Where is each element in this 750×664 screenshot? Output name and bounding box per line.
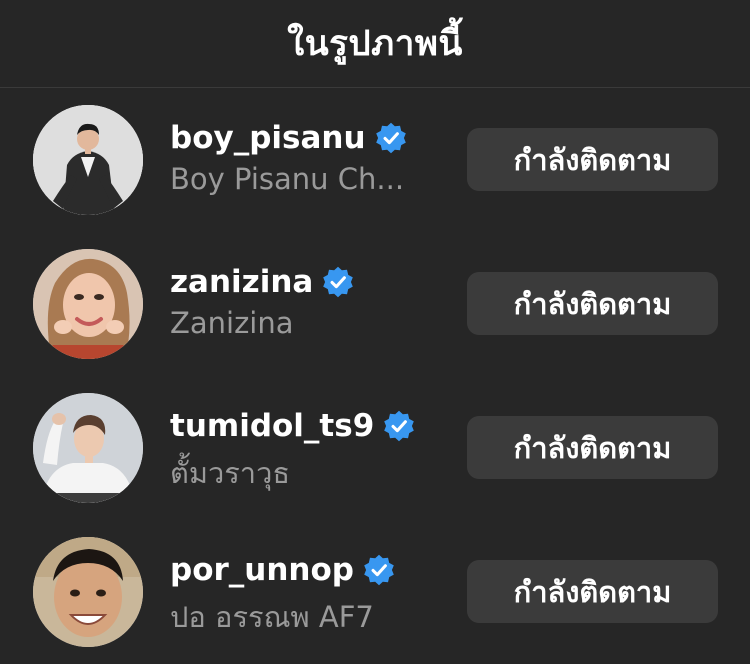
avatar[interactable] (33, 537, 143, 647)
verified-badge-icon (384, 410, 415, 442)
following-button[interactable]: กำลังติดตาม (467, 128, 718, 191)
full-name: ตั้มวราวุธ (170, 456, 291, 490)
username[interactable]: boy_pisanu (170, 120, 366, 156)
header: ในรูปภาพนี้ (0, 0, 750, 88)
username[interactable]: zanizina (170, 264, 313, 300)
list-item[interactable]: zanizina Zanizina กำลังติดตาม (0, 232, 750, 376)
list-item[interactable]: tumidol_ts9 ตั้มวราวุธ กำลังติดตาม (0, 376, 750, 520)
following-button[interactable]: กำลังติดตาม (467, 272, 718, 335)
user-info: por_unnop ปอ อรรณพ AF7 (170, 550, 450, 640)
user-info: tumidol_ts9 ตั้มวราวุธ (170, 406, 450, 496)
avatar[interactable] (33, 249, 143, 359)
verified-badge-icon (323, 266, 354, 298)
full-name: Boy Pisanu Ch... (170, 162, 405, 196)
avatar[interactable] (33, 393, 143, 503)
username[interactable]: tumidol_ts9 (170, 408, 374, 444)
page-title: ในรูปภาพนี้ (287, 24, 463, 64)
list-item[interactable]: boy_pisanu Boy Pisanu Ch... กำลังติดตาม (0, 88, 750, 232)
avatar[interactable] (33, 105, 143, 215)
verified-badge-icon (364, 554, 394, 586)
username[interactable]: por_unnop (170, 552, 354, 588)
full-name: Zanizina (170, 306, 294, 340)
following-button[interactable]: กำลังติดตาม (467, 560, 718, 623)
verified-badge-icon (375, 122, 406, 154)
user-info: zanizina Zanizina (170, 262, 450, 340)
list-item[interactable]: por_unnop ปอ อรรณพ AF7 กำลังติดตาม (0, 520, 750, 664)
tagged-users-list: boy_pisanu Boy Pisanu Ch... กำลังติดตาม (0, 88, 750, 664)
full-name: ปอ อรรณพ AF7 (170, 600, 374, 634)
user-info: boy_pisanu Boy Pisanu Ch... (170, 118, 450, 196)
following-button[interactable]: กำลังติดตาม (467, 416, 718, 479)
